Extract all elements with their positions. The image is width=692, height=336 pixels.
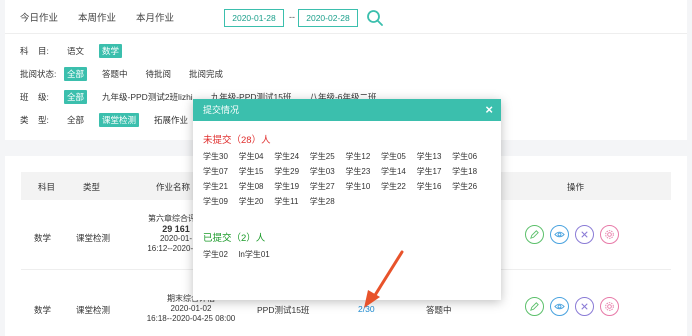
student-name: ln学生01 bbox=[238, 250, 270, 259]
period-tabs: 今日作业 本周作业 本月作业 bbox=[20, 10, 174, 24]
modal-header: 提交情况 × bbox=[193, 99, 501, 121]
submitted-list: 学生02 ln学生01 bbox=[203, 247, 493, 262]
row-subject: 数学 bbox=[34, 305, 52, 315]
type-filter: 类 型: 全部 课堂检测 拓展作业 bbox=[20, 113, 203, 127]
student-name: 学生16 bbox=[416, 182, 442, 191]
student-name: 学生07 bbox=[203, 167, 228, 176]
view-button[interactable] bbox=[550, 297, 569, 316]
student-name: 学生11 bbox=[274, 197, 299, 206]
subject-option-math[interactable]: 数学 bbox=[99, 44, 123, 58]
student-name: 学生30 bbox=[203, 152, 228, 161]
student-name: 学生29 bbox=[274, 167, 300, 176]
student-name: 学生26 bbox=[452, 182, 478, 191]
student-name: 学生09 bbox=[203, 197, 228, 206]
modal-title: 提交情况 bbox=[203, 105, 240, 115]
close-icon bbox=[581, 231, 588, 238]
student-name: 学生18 bbox=[452, 167, 478, 176]
student-name: 学生03 bbox=[309, 167, 335, 176]
delete-button[interactable] bbox=[575, 297, 594, 316]
student-name: 学生10 bbox=[345, 182, 371, 191]
end-date-input[interactable]: 2020-02-28 bbox=[298, 9, 358, 27]
settings-button[interactable] bbox=[600, 297, 619, 316]
student-name: 学生05 bbox=[380, 152, 406, 161]
submitted-title: 已提交（2）人 bbox=[203, 233, 266, 244]
status-filter: 批阅状态: 全部 答题中 待批阅 批阅完成 bbox=[20, 67, 238, 81]
class-option-2[interactable]: 九年级-PPD测试2班lizhi bbox=[99, 90, 196, 104]
student-name: 学生21 bbox=[203, 182, 228, 191]
homework-time-range: 16:18--2020-04-25 08:00 bbox=[146, 314, 236, 323]
delete-button[interactable] bbox=[575, 225, 594, 244]
row-type: 课堂检测 bbox=[76, 305, 111, 315]
filter-label: 科 目: bbox=[20, 46, 49, 56]
filter-label: 类 型: bbox=[20, 115, 49, 125]
student-name: 学生22 bbox=[380, 182, 406, 191]
header-subject: 科目 bbox=[38, 182, 56, 192]
student-name: 学生19 bbox=[274, 182, 300, 191]
header-name: 作业名称 bbox=[156, 182, 191, 192]
row-actions bbox=[525, 297, 619, 316]
student-name: 学生23 bbox=[345, 167, 371, 176]
annotation-arrow bbox=[364, 250, 404, 308]
row-type: 课堂检测 bbox=[76, 233, 111, 243]
submission-modal: 提交情况 × 未提交（28）人 学生30 学生04 学生24 学生25 学生12 学生05… bbox=[193, 99, 501, 300]
student-name: 学生02 bbox=[203, 250, 228, 259]
row-subject: 数学 bbox=[34, 233, 52, 243]
row-actions bbox=[525, 225, 619, 244]
subject-filter: 科 目: 语文 数学 bbox=[20, 44, 134, 58]
row-class: PPD测试15班 bbox=[257, 305, 310, 315]
edit-button[interactable] bbox=[525, 297, 544, 316]
student-name: 学生20 bbox=[238, 197, 264, 206]
subject-option-chinese[interactable]: 语文 bbox=[64, 44, 87, 58]
header-type: 类型 bbox=[83, 182, 101, 192]
pencil-icon bbox=[530, 302, 539, 311]
close-icon bbox=[581, 303, 588, 310]
tab-week[interactable]: 本周作业 bbox=[78, 10, 116, 24]
settings-button[interactable] bbox=[600, 225, 619, 244]
homework-start-date: 2020-01-02 bbox=[170, 304, 212, 313]
student-name: 学生14 bbox=[380, 167, 406, 176]
student-name: 学生25 bbox=[309, 152, 335, 161]
start-date-input[interactable]: 2020-01-28 bbox=[224, 9, 284, 27]
status-option-pending[interactable]: 待批阅 bbox=[143, 67, 175, 81]
student-name: 学生04 bbox=[238, 152, 264, 161]
student-name: 学生28 bbox=[309, 197, 335, 206]
unsubmitted-list: 学生30 学生04 学生24 学生25 学生12 学生05 学生13 学生06 学生07 学生15… bbox=[203, 149, 493, 209]
status-option-answering[interactable]: 答题中 bbox=[99, 67, 131, 81]
gear-icon bbox=[605, 230, 614, 239]
class-option-all[interactable]: 全部 bbox=[64, 90, 88, 104]
student-name: 学生17 bbox=[416, 167, 442, 176]
status-option-done[interactable]: 批阅完成 bbox=[186, 67, 226, 81]
divider bbox=[5, 33, 687, 34]
filter-label: 班 级: bbox=[20, 92, 49, 102]
type-option-all[interactable]: 全部 bbox=[64, 113, 87, 127]
student-name: 学生15 bbox=[238, 167, 264, 176]
row-status: 答题中 bbox=[426, 305, 452, 315]
pencil-icon bbox=[530, 230, 539, 239]
tab-month[interactable]: 本月作业 bbox=[136, 10, 174, 24]
type-option-classroom[interactable]: 课堂检测 bbox=[99, 113, 140, 127]
view-button[interactable] bbox=[550, 225, 569, 244]
student-name: 学生06 bbox=[452, 152, 478, 161]
gear-icon bbox=[605, 302, 614, 311]
status-option-all[interactable]: 全部 bbox=[64, 67, 88, 81]
edit-button[interactable] bbox=[525, 225, 544, 244]
student-name: 学生08 bbox=[238, 182, 264, 191]
student-name: 学生13 bbox=[416, 152, 442, 161]
student-name: 学生12 bbox=[345, 152, 371, 161]
close-icon[interactable]: × bbox=[485, 99, 493, 121]
search-icon[interactable] bbox=[366, 9, 384, 27]
type-option-extension[interactable]: 拓展作业 bbox=[151, 113, 191, 127]
filter-label: 批阅状态: bbox=[20, 69, 57, 79]
student-name: 学生24 bbox=[274, 152, 300, 161]
eye-icon bbox=[554, 303, 565, 310]
date-separator: -- bbox=[289, 12, 295, 22]
unsubmitted-title: 未提交（28）人 bbox=[203, 135, 271, 146]
eye-icon bbox=[554, 231, 565, 238]
tab-today[interactable]: 今日作业 bbox=[20, 10, 58, 24]
student-name: 学生27 bbox=[309, 182, 335, 191]
header-actions: 操作 bbox=[567, 182, 585, 192]
